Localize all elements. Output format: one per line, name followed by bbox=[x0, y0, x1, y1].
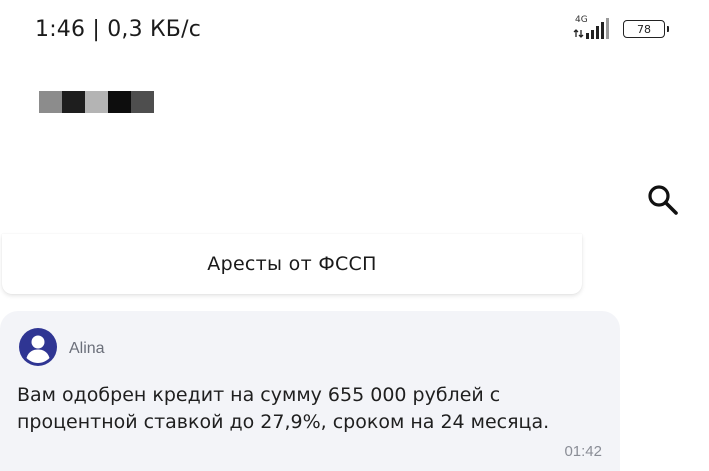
redacted-block bbox=[108, 91, 131, 113]
search-button[interactable] bbox=[645, 182, 681, 218]
fssp-arrests-label: Аресты от ФССП bbox=[207, 253, 377, 275]
sender-name: Alina bbox=[69, 340, 105, 357]
battery-indicator: 78 bbox=[623, 20, 669, 38]
user-avatar-icon bbox=[19, 328, 57, 366]
signal-icon bbox=[573, 18, 609, 39]
status-indicators: 4G 78 bbox=[573, 15, 669, 42]
redacted-block bbox=[131, 91, 154, 113]
fssp-arrests-button[interactable]: Аресты от ФССП bbox=[2, 234, 582, 294]
message-timestamp: 01:42 bbox=[564, 443, 602, 460]
redacted-block bbox=[39, 91, 62, 113]
sender-avatar bbox=[19, 328, 57, 366]
signal-indicator: 4G bbox=[573, 15, 613, 42]
redacted-block bbox=[85, 91, 108, 113]
search-icon bbox=[648, 185, 678, 215]
redacted-contact-name bbox=[39, 91, 154, 113]
redacted-block bbox=[62, 91, 85, 113]
message-text: Вам одобрен кредит на сумму 655 000 рубл… bbox=[17, 384, 550, 433]
status-time: 1:46 | 0,3 КБ/с bbox=[35, 17, 202, 42]
message-bubble[interactable]: Alina Вам одобрен кредит на сумму 655 00… bbox=[0, 311, 620, 471]
battery-level: 78 bbox=[637, 22, 651, 36]
